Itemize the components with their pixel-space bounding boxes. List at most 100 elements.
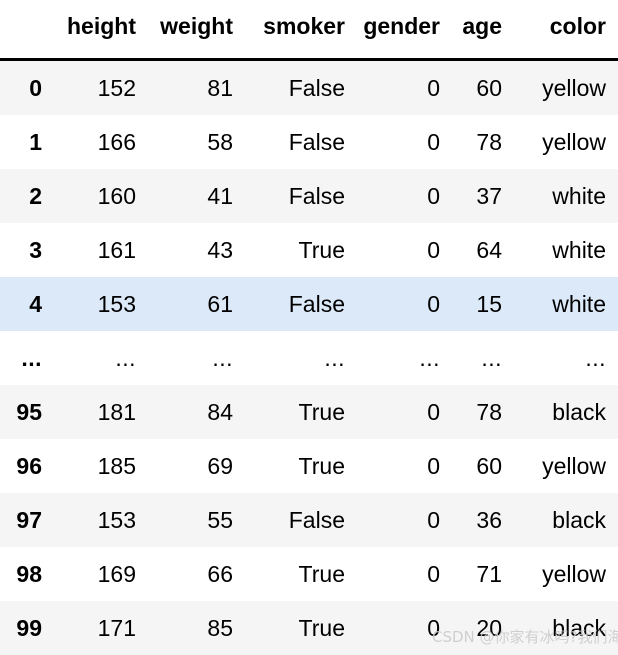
table-cell-smoker: False <box>245 493 357 547</box>
column-header-smoker[interactable]: smoker <box>245 0 357 60</box>
table-cell-color: yellow <box>514 547 618 601</box>
table-cell-color: yellow <box>514 60 618 116</box>
table-cell-height: 160 <box>56 169 148 223</box>
table-cell-age: 36 <box>452 493 514 547</box>
table-cell-weight: 55 <box>148 493 245 547</box>
table-cell-weight: 66 <box>148 547 245 601</box>
table-cell-age: 20 <box>452 601 514 655</box>
table-cell-height: 169 <box>56 547 148 601</box>
table-cell-age: 64 <box>452 223 514 277</box>
table-cell-age: 15 <box>452 277 514 331</box>
row-index-cell: 3 <box>0 223 56 277</box>
table-cell-gender: 0 <box>357 277 452 331</box>
table-cell-weight: 69 <box>148 439 245 493</box>
row-index-cell: 96 <box>0 439 56 493</box>
table-cell-smoker: False <box>245 60 357 116</box>
table-row[interactable]: ..................... <box>0 331 618 385</box>
table-cell-weight: 58 <box>148 115 245 169</box>
table-cell-color: white <box>514 223 618 277</box>
dataframe-table-container: height weight smoker gender age color 01… <box>0 0 618 648</box>
row-index-cell: ... <box>0 331 56 385</box>
table-cell-weight: 43 <box>148 223 245 277</box>
dataframe-table: height weight smoker gender age color 01… <box>0 0 618 655</box>
column-header-height[interactable]: height <box>56 0 148 60</box>
table-body: 015281False060yellow116658False078yellow… <box>0 60 618 655</box>
table-cell-color: yellow <box>514 115 618 169</box>
table-cell-gender: 0 <box>357 169 452 223</box>
table-row[interactable]: 216041False037white <box>0 169 618 223</box>
table-cell-age: 60 <box>452 439 514 493</box>
column-header-color[interactable]: color <box>514 0 618 60</box>
table-row[interactable]: 316143True064white <box>0 223 618 277</box>
table-cell-smoker: False <box>245 115 357 169</box>
table-row[interactable]: 9618569True060yellow <box>0 439 618 493</box>
table-cell-gender: 0 <box>357 547 452 601</box>
table-cell-gender: 0 <box>357 385 452 439</box>
header-row: height weight smoker gender age color <box>0 0 618 60</box>
table-cell-color: black <box>514 493 618 547</box>
table-cell-age: 71 <box>452 547 514 601</box>
table-cell-smoker: True <box>245 223 357 277</box>
table-cell-gender: 0 <box>357 439 452 493</box>
table-row[interactable]: 9917185True020black <box>0 601 618 655</box>
table-cell-age: 78 <box>452 385 514 439</box>
table-cell-height: 161 <box>56 223 148 277</box>
table-cell-height: 153 <box>56 493 148 547</box>
table-cell-smoker: True <box>245 439 357 493</box>
table-cell-weight: 61 <box>148 277 245 331</box>
table-cell-height: 185 <box>56 439 148 493</box>
row-index-cell: 97 <box>0 493 56 547</box>
table-cell-color: black <box>514 601 618 655</box>
row-index-cell: 99 <box>0 601 56 655</box>
table-cell-smoker: True <box>245 601 357 655</box>
table-cell-weight: 41 <box>148 169 245 223</box>
column-header-gender[interactable]: gender <box>357 0 452 60</box>
table-cell-age: 78 <box>452 115 514 169</box>
table-cell-height: 181 <box>56 385 148 439</box>
table-cell-color: white <box>514 169 618 223</box>
row-index-cell: 98 <box>0 547 56 601</box>
table-cell-smoker: False <box>245 169 357 223</box>
table-cell-height: 166 <box>56 115 148 169</box>
table-cell-gender: 0 <box>357 223 452 277</box>
table-cell-gender: 0 <box>357 601 452 655</box>
row-index-cell: 0 <box>0 60 56 116</box>
table-row[interactable]: 9816966True071yellow <box>0 547 618 601</box>
row-index-cell: 4 <box>0 277 56 331</box>
table-header: height weight smoker gender age color <box>0 0 618 60</box>
table-cell-height: 171 <box>56 601 148 655</box>
column-header-index <box>0 0 56 60</box>
table-cell-gender: ... <box>357 331 452 385</box>
row-index-cell: 95 <box>0 385 56 439</box>
table-cell-smoker: False <box>245 277 357 331</box>
table-row[interactable]: 116658False078yellow <box>0 115 618 169</box>
table-cell-smoker: True <box>245 547 357 601</box>
table-cell-color: white <box>514 277 618 331</box>
table-cell-weight: 84 <box>148 385 245 439</box>
table-cell-gender: 0 <box>357 493 452 547</box>
table-cell-color: black <box>514 385 618 439</box>
table-row[interactable]: 9715355False036black <box>0 493 618 547</box>
table-cell-weight: 85 <box>148 601 245 655</box>
table-row[interactable]: 9518184True078black <box>0 385 618 439</box>
table-cell-weight: 81 <box>148 60 245 116</box>
table-cell-color: ... <box>514 331 618 385</box>
table-cell-height: 153 <box>56 277 148 331</box>
table-row[interactable]: 015281False060yellow <box>0 60 618 116</box>
column-header-weight[interactable]: weight <box>148 0 245 60</box>
table-cell-gender: 0 <box>357 115 452 169</box>
table-cell-smoker: ... <box>245 331 357 385</box>
table-cell-age: ... <box>452 331 514 385</box>
table-cell-height: ... <box>56 331 148 385</box>
table-row[interactable]: 415361False015white <box>0 277 618 331</box>
table-cell-gender: 0 <box>357 60 452 116</box>
table-cell-height: 152 <box>56 60 148 116</box>
row-index-cell: 2 <box>0 169 56 223</box>
table-cell-age: 37 <box>452 169 514 223</box>
table-cell-age: 60 <box>452 60 514 116</box>
column-header-age[interactable]: age <box>452 0 514 60</box>
table-cell-smoker: True <box>245 385 357 439</box>
table-cell-color: yellow <box>514 439 618 493</box>
table-cell-weight: ... <box>148 331 245 385</box>
row-index-cell: 1 <box>0 115 56 169</box>
